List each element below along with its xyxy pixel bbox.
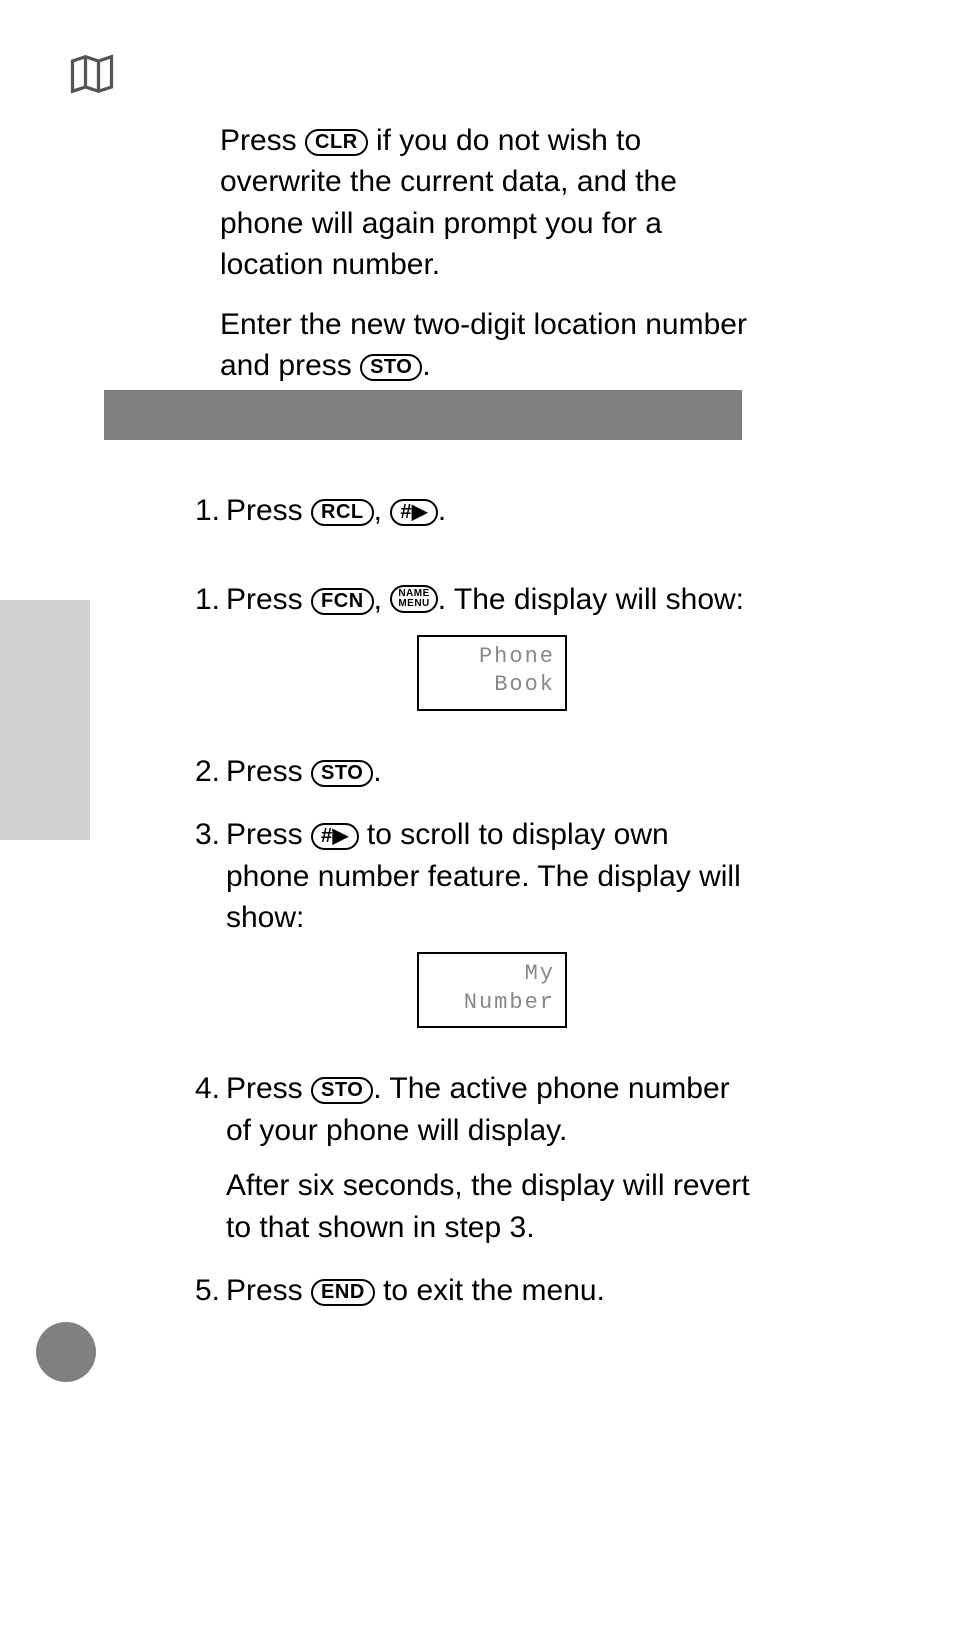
text: Press xyxy=(226,818,311,851)
text: . xyxy=(422,349,430,382)
step-number: 1. xyxy=(178,490,226,531)
intro-p1: Press CLR if you do not wish to overwrit… xyxy=(220,120,750,286)
text: , xyxy=(374,583,391,616)
step-body: Press FCN, NAMEMENU. The display will sh… xyxy=(226,579,758,728)
step-body: Press STO. The active phone number of yo… xyxy=(226,1068,758,1248)
text: Press xyxy=(226,1274,311,1307)
text: . xyxy=(438,494,446,527)
intro-p2: Enter the new two-digit location number … xyxy=(220,304,750,387)
text: . The display will show: xyxy=(438,583,744,616)
text: Press xyxy=(220,124,305,157)
lcd-line: My xyxy=(425,960,555,989)
sto-key-icon: STO xyxy=(311,1077,373,1104)
name-menu-key-icon: NAMEMENU xyxy=(390,585,437,613)
page-dot-icon xyxy=(36,1322,96,1382)
text: Press xyxy=(226,583,311,616)
step-body: Press RCL, #▶. xyxy=(226,490,758,531)
step-item: 1. Press FCN, NAMEMENU. The display will… xyxy=(178,579,758,728)
text: Enter the new two-digit location number … xyxy=(220,308,747,382)
step-number: 5. xyxy=(178,1270,226,1311)
side-tab xyxy=(0,600,90,840)
step-body: Press STO. xyxy=(226,751,758,792)
lcd-line: Book xyxy=(425,671,555,700)
text: . xyxy=(373,755,381,788)
step-body: Press #▶ to scroll to display own phone … xyxy=(226,814,758,1046)
step-number: 2. xyxy=(178,751,226,792)
step-number: 4. xyxy=(178,1068,226,1248)
clr-key-icon: CLR xyxy=(305,129,368,156)
lcd-line: Phone xyxy=(425,643,555,672)
step-item: 3. Press #▶ to scroll to display own pho… xyxy=(178,814,758,1046)
lcd-display: My Number xyxy=(417,952,567,1028)
intro-paragraphs: Press CLR if you do not wish to overwrit… xyxy=(220,120,750,404)
step-item: 2. Press STO. xyxy=(178,751,758,792)
steps-list: 1. Press RCL, #▶. 1. Press FCN, NAMEMENU… xyxy=(178,490,758,1333)
step-number: 1. xyxy=(178,579,226,728)
text: Press xyxy=(226,1072,311,1105)
text: to exit the menu. xyxy=(375,1274,605,1307)
step-body: Press END to exit the menu. xyxy=(226,1270,758,1311)
sto-key-icon: STO xyxy=(360,354,422,381)
step-number: 3. xyxy=(178,814,226,1046)
sto-key-icon: STO xyxy=(311,760,373,787)
step-item: 4. Press STO. The active phone number of… xyxy=(178,1068,758,1248)
step-item: 5. Press END to exit the menu. xyxy=(178,1270,758,1311)
text: Press xyxy=(226,755,311,788)
step-item: 1. Press RCL, #▶. xyxy=(178,490,758,531)
map-icon xyxy=(66,48,118,100)
lcd-line: Number xyxy=(425,989,555,1018)
step-extra-text: After six seconds, the display will reve… xyxy=(226,1165,758,1248)
fcn-key-icon: FCN xyxy=(311,588,374,615)
rcl-key-icon: RCL xyxy=(311,499,374,526)
section-divider xyxy=(104,390,742,440)
hash-key-icon: #▶ xyxy=(390,499,438,526)
end-key-icon: END xyxy=(311,1279,375,1306)
lcd-display: Phone Book xyxy=(417,635,567,711)
text: Press xyxy=(226,494,311,527)
text: , xyxy=(374,494,391,527)
hash-key-icon: #▶ xyxy=(311,823,359,850)
